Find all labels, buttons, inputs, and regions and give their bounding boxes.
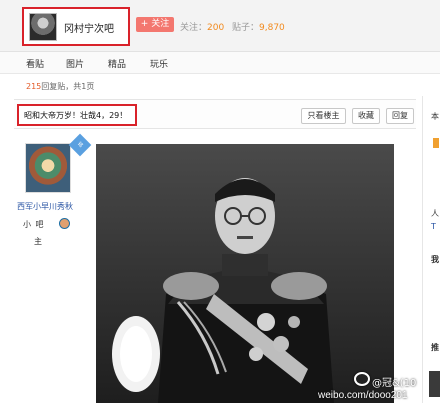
reply-button[interactable]: 回复 — [386, 108, 414, 124]
tab-posts[interactable]: 看贴 — [26, 57, 44, 70]
author-name[interactable]: 西军小早川秀秋 — [17, 201, 73, 212]
watermark-user: @冠&(10 — [372, 378, 417, 389]
forum-avatar[interactable] — [29, 13, 57, 41]
sidebar-link[interactable]: T — [431, 222, 436, 231]
sidebar-thumbnail[interactable] — [429, 371, 440, 397]
follow-button[interactable]: + 关注 — [136, 17, 174, 32]
only-op-button[interactable]: 只看楼主 — [301, 108, 346, 124]
author-avatar[interactable] — [25, 143, 71, 193]
sidebar-text-1: 本 — [431, 112, 439, 121]
tab-fun[interactable]: 玩乐 — [150, 57, 168, 70]
follow-count-value: 200 — [207, 23, 225, 33]
sidebar-fire-icon — [433, 138, 439, 148]
watermark-site: weibo.com/dooo201 — [318, 390, 408, 401]
reply-info: 215回复贴，共1页 — [26, 81, 94, 92]
sidebar-text-4: 推 — [431, 343, 439, 352]
reply-info-suffix: 回复贴，共1页 — [41, 82, 95, 91]
forum-identity-box[interactable]: 冈村宁次吧 — [22, 7, 130, 46]
reply-count: 215 — [26, 82, 42, 91]
tab-featured[interactable]: 精品 — [108, 57, 126, 70]
right-sidebar: 本 人 T 我 推 — [422, 96, 440, 403]
post-count-value: 9,870 — [259, 23, 285, 33]
portrait-image — [96, 144, 394, 403]
author-role: 小 吧 — [23, 220, 45, 229]
post-photo[interactable] — [96, 144, 394, 403]
forum-tabs: 看贴 图片 精品 玩乐 — [0, 52, 440, 74]
tab-images[interactable]: 图片 — [66, 57, 84, 70]
moderator-icon — [59, 218, 70, 229]
sidebar-text-3: 我 — [431, 255, 439, 264]
post-title: 昭和大帝万岁！壮哉4，29！ — [24, 111, 128, 120]
sidebar-text-2: 人 — [431, 209, 439, 218]
forum-header: 冈村宁次吧 + 关注 关注：200 贴子：9,870 — [0, 0, 440, 52]
weibo-logo-icon — [354, 372, 370, 386]
follow-count: 关注：200 — [180, 20, 224, 33]
author-badge: 铭 — [68, 133, 92, 157]
author-role-line2: 主 — [34, 237, 42, 246]
post-count: 贴子：9,870 — [232, 20, 285, 33]
favorite-button[interactable]: 收藏 — [352, 108, 380, 124]
post-count-label: 贴子： — [232, 23, 260, 33]
follow-count-label: 关注： — [180, 23, 208, 33]
forum-name[interactable]: 冈村宁次吧 — [64, 20, 114, 35]
post-title-box: 昭和大帝万岁！壮哉4，29！ — [17, 104, 137, 126]
